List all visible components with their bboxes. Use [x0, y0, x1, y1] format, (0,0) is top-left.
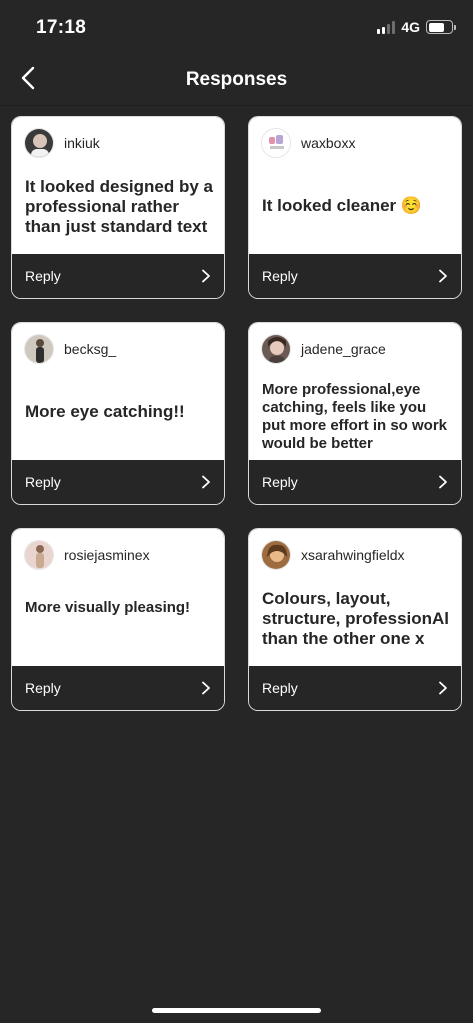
response-card: becksg_ More eye catching!! Reply — [11, 322, 225, 505]
response-content: becksg_ More eye catching!! — [12, 323, 224, 460]
avatar[interactable] — [261, 540, 291, 570]
response-content: inkiuk It looked designed by a professio… — [12, 117, 224, 254]
reply-label: Reply — [25, 268, 61, 284]
status-bar: 17:18 4G — [0, 0, 473, 56]
reply-label: Reply — [25, 680, 61, 696]
reply-button[interactable]: Reply — [249, 460, 461, 504]
username[interactable]: xsarahwingfieldx — [301, 547, 405, 563]
response-card: xsarahwingfieldx Colours, layout, struct… — [248, 528, 462, 711]
reply-label: Reply — [25, 474, 61, 490]
responses-grid: inkiuk It looked designed by a professio… — [11, 116, 462, 711]
response-user: waxboxx — [261, 128, 449, 158]
response-user: becksg_ — [24, 334, 212, 364]
status-indicators: 4G — [377, 19, 456, 35]
username[interactable]: becksg_ — [64, 341, 116, 357]
response-card: jadene_grace More professional,eye catch… — [248, 322, 462, 505]
response-text: More visually pleasing! — [25, 599, 191, 616]
username[interactable]: rosiejasminex — [64, 547, 150, 563]
reply-label: Reply — [262, 680, 298, 696]
response-text: More professional,eye catching, feels li… — [262, 381, 448, 452]
response-content: rosiejasminex More visually pleasing! — [12, 529, 224, 666]
reply-button[interactable]: Reply — [12, 666, 224, 710]
response-content: xsarahwingfieldx Colours, layout, struct… — [249, 529, 461, 666]
reply-button[interactable]: Reply — [249, 666, 461, 710]
username[interactable]: waxboxx — [301, 135, 355, 151]
chevron-right-icon — [439, 475, 447, 489]
response-card: inkiuk It looked designed by a professio… — [11, 116, 225, 299]
status-time: 17:18 — [36, 17, 87, 38]
response-user: xsarahwingfieldx — [261, 540, 449, 570]
navigation-bar: Responses — [0, 56, 473, 106]
chevron-right-icon — [202, 269, 210, 283]
response-user: jadene_grace — [261, 334, 449, 364]
chevron-right-icon — [439, 269, 447, 283]
battery-icon — [426, 20, 456, 34]
chevron-right-icon — [202, 681, 210, 695]
avatar[interactable] — [24, 334, 54, 364]
response-user: inkiuk — [24, 128, 212, 158]
response-card: rosiejasminex More visually pleasing! Re… — [11, 528, 225, 711]
response-text: Colours, layout, structure, professionAl… — [262, 589, 450, 648]
response-user: rosiejasminex — [24, 540, 212, 570]
avatar[interactable] — [24, 128, 54, 158]
reply-label: Reply — [262, 474, 298, 490]
reply-button[interactable]: Reply — [249, 254, 461, 298]
reply-label: Reply — [262, 268, 298, 284]
response-text: It looked designed by a professional rat… — [25, 177, 213, 236]
chevron-right-icon — [202, 475, 210, 489]
reply-button[interactable]: Reply — [12, 460, 224, 504]
response-text: It looked cleaner ☺️ — [262, 196, 423, 215]
response-text: More eye catching!! — [25, 402, 185, 421]
avatar[interactable] — [24, 540, 54, 570]
network-type: 4G — [401, 19, 420, 35]
response-card: waxboxx It looked cleaner ☺️ Reply — [248, 116, 462, 299]
username[interactable]: inkiuk — [64, 135, 100, 151]
username[interactable]: jadene_grace — [301, 341, 386, 357]
response-content: jadene_grace More professional,eye catch… — [249, 323, 461, 460]
page-title: Responses — [185, 69, 288, 90]
avatar[interactable] — [261, 128, 291, 158]
reply-button[interactable]: Reply — [12, 254, 224, 298]
chevron-right-icon — [439, 681, 447, 695]
home-indicator[interactable] — [152, 1008, 321, 1013]
response-content: waxboxx It looked cleaner ☺️ — [249, 117, 461, 254]
cellular-signal-icon — [377, 20, 396, 34]
avatar[interactable] — [261, 334, 291, 364]
